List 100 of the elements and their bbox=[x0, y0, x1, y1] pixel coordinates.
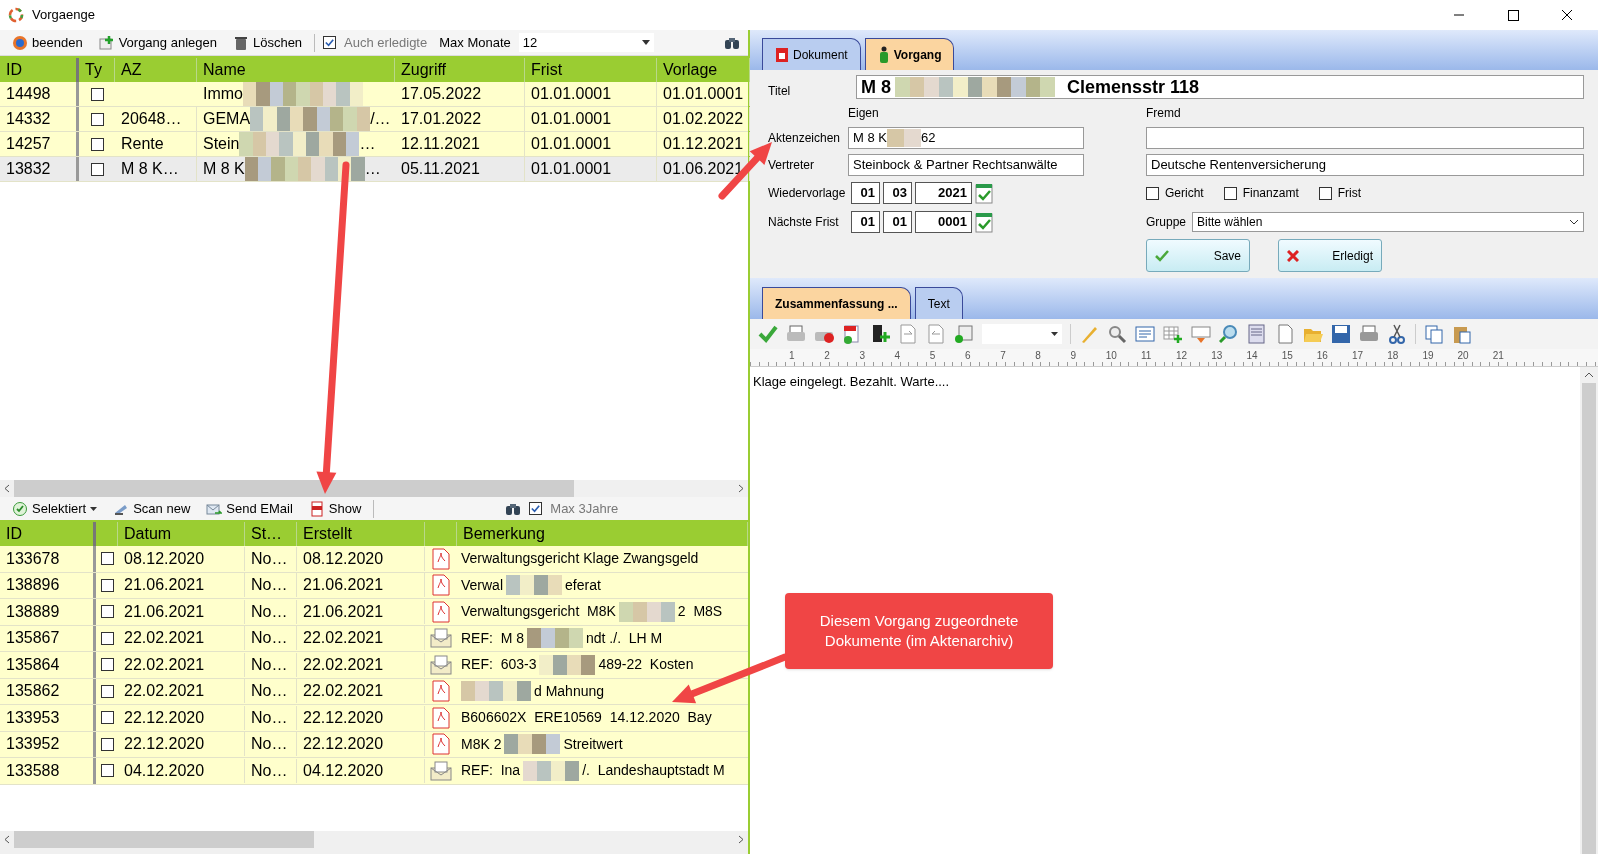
save-button[interactable]: Save bbox=[1146, 239, 1250, 272]
title-field[interactable]: M 8 Clemensstr 118 bbox=[856, 75, 1584, 99]
toolbar-button[interactable]: Show bbox=[304, 498, 366, 519]
document-arrow-icon[interactable] bbox=[926, 324, 946, 344]
editor-text[interactable]: Klage eingelegt. Bezahlt. Warte.... bbox=[753, 374, 950, 389]
zoom-icon[interactable] bbox=[1219, 324, 1239, 344]
page-layout-icon[interactable] bbox=[1247, 324, 1267, 344]
checkbox[interactable] bbox=[100, 578, 114, 592]
binoculars-icon[interactable] bbox=[724, 35, 740, 50]
print-icon[interactable] bbox=[1359, 324, 1379, 344]
envelope-icon bbox=[430, 628, 452, 649]
checkbox[interactable] bbox=[100, 764, 114, 778]
table-row[interactable]: 14257 Rente Stein … 12.11.2021 01.01.0001 01.12.2021 bbox=[0, 132, 748, 157]
table-cell: 17.05.2022 bbox=[395, 82, 525, 106]
check-icon[interactable] bbox=[758, 324, 778, 344]
checkbox[interactable] bbox=[529, 502, 543, 515]
date-field[interactable]: 2021 bbox=[915, 182, 972, 204]
group-dropdown[interactable]: Bitte wählen bbox=[1192, 212, 1584, 232]
input-field[interactable]: Deutsche Rentenversicherung bbox=[1146, 154, 1584, 176]
checkbox[interactable] bbox=[323, 36, 337, 49]
table-cell-text: /. Landeshauptstadt M bbox=[582, 761, 725, 781]
checkbox[interactable] bbox=[100, 631, 114, 645]
tab[interactable]: Text bbox=[914, 287, 963, 319]
field-label: Titel bbox=[768, 83, 792, 100]
table-cell: 22.02.2021 bbox=[118, 679, 245, 704]
text-box-icon[interactable] bbox=[1135, 324, 1155, 344]
table-cell: 22.12.2020 bbox=[297, 732, 425, 757]
input-field[interactable] bbox=[1146, 127, 1584, 149]
table-cell: 21.06.2021 bbox=[297, 573, 425, 598]
toolbar-button[interactable]: Vorgang anlegen bbox=[94, 32, 221, 53]
table-cell-text: M 8 K bbox=[203, 159, 245, 179]
table-row[interactable]: 133953 22.12.2020 No… 22.12.2020 B606602X ERE10569 14.12.2020 Bay bbox=[0, 705, 748, 732]
calendar-check-icon[interactable] bbox=[975, 211, 993, 233]
copy-icon[interactable] bbox=[1424, 324, 1444, 344]
table-row[interactable]: 14332 20648… GEMA /… 17.01.2022 01.01.0001 01.02.2022 bbox=[0, 107, 748, 132]
pdf-file-icon bbox=[432, 600, 450, 623]
tab[interactable]: Zusammenfassung ... bbox=[762, 287, 911, 319]
table-cell: 22.02.2021 bbox=[297, 652, 425, 677]
pdf-document-icon bbox=[308, 500, 325, 517]
checkbox[interactable] bbox=[1318, 186, 1332, 200]
scrollbar-thumb[interactable] bbox=[14, 831, 314, 848]
date-field[interactable]: 01 bbox=[851, 211, 880, 233]
date-field[interactable]: 01 bbox=[883, 211, 912, 233]
cut-icon[interactable] bbox=[1387, 324, 1407, 344]
checkbox[interactable] bbox=[100, 605, 114, 619]
table-cell-text: /… bbox=[370, 109, 391, 129]
toolbar-button[interactable]: Löschen bbox=[228, 32, 307, 53]
tab[interactable]: Vorgang bbox=[864, 38, 955, 70]
tab[interactable]: Dokument bbox=[762, 38, 861, 70]
binoculars-icon[interactable] bbox=[505, 501, 522, 516]
toolbar-button[interactable]: Scan new bbox=[109, 498, 195, 519]
table-add-icon[interactable] bbox=[1163, 324, 1183, 344]
caret-icon bbox=[90, 506, 98, 511]
date-field[interactable]: 01 bbox=[851, 182, 880, 204]
checkbox[interactable] bbox=[100, 552, 114, 566]
table-cell: M 8 K… bbox=[115, 157, 197, 181]
input-field[interactable]: M 8 K 62 bbox=[848, 127, 1084, 149]
table-row[interactable]: 14498 Immo 17.05.2022 01.01.0001 01.01.0001 bbox=[0, 82, 748, 107]
date-field[interactable]: 03 bbox=[883, 182, 912, 204]
table-cell-text: 489-22 Kosten bbox=[598, 655, 694, 675]
new-document-icon[interactable] bbox=[1275, 324, 1295, 344]
table-row[interactable]: 13832 M 8 K… M 8 K … 05.11.2021 01.01.0001 01.06.2021 bbox=[0, 157, 748, 182]
done-button[interactable]: Erledigt bbox=[1278, 239, 1382, 272]
column-label: Eigen bbox=[848, 105, 879, 122]
months-dropdown[interactable]: 12 bbox=[518, 32, 654, 53]
document-arrow-icon[interactable] bbox=[898, 324, 918, 344]
checkbox[interactable] bbox=[1223, 186, 1237, 200]
checkbox[interactable] bbox=[100, 684, 114, 698]
font-style-icon[interactable] bbox=[954, 324, 974, 344]
checkbox[interactable] bbox=[100, 658, 114, 672]
scrollbar-thumb[interactable] bbox=[14, 480, 574, 497]
checkbox[interactable] bbox=[100, 711, 114, 725]
checkbox[interactable] bbox=[90, 87, 104, 101]
table-cell-text: 2 M8S bbox=[677, 602, 723, 622]
calendar-check-icon[interactable] bbox=[975, 182, 993, 204]
toolbar-button[interactable]: Selektiert bbox=[8, 498, 102, 519]
binder-add-icon[interactable] bbox=[870, 324, 890, 344]
date-field[interactable]: 0001 bbox=[915, 211, 972, 233]
checkbox[interactable] bbox=[100, 737, 114, 751]
input-field[interactable]: Steinbock & Partner Rechtsanwälte bbox=[848, 154, 1084, 176]
toolbar-button[interactable]: Send EMail bbox=[202, 498, 297, 519]
table-cell-text: eferat bbox=[565, 575, 601, 595]
save-icon[interactable] bbox=[1331, 324, 1351, 344]
magnifier-icon[interactable] bbox=[1107, 324, 1127, 344]
paste-icon[interactable] bbox=[1452, 324, 1472, 344]
table-cell: 133588 bbox=[0, 758, 96, 784]
checkbox[interactable] bbox=[1146, 186, 1159, 200]
table-cell-text: … bbox=[359, 134, 376, 154]
spellcheck-icon[interactable] bbox=[1191, 324, 1211, 344]
table-cell-text: ndt ./. LH M bbox=[586, 628, 663, 648]
trash-icon bbox=[232, 34, 249, 51]
checkbox[interactable] bbox=[90, 112, 104, 126]
table-row[interactable]: 133678 08.12.2020 No… 08.12.2020 Verwaltungsgericht Klage Zwangsgeld bbox=[0, 546, 748, 573]
checkbox[interactable] bbox=[90, 137, 104, 151]
scrollbar-thumb[interactable] bbox=[1582, 383, 1596, 854]
table-cell: 01.01.0001 bbox=[525, 132, 657, 156]
pdf-export-icon[interactable] bbox=[842, 324, 862, 344]
printer-icon[interactable] bbox=[786, 324, 806, 344]
checkbox[interactable] bbox=[90, 162, 104, 176]
toolbar-button[interactable]: beenden bbox=[8, 32, 87, 53]
